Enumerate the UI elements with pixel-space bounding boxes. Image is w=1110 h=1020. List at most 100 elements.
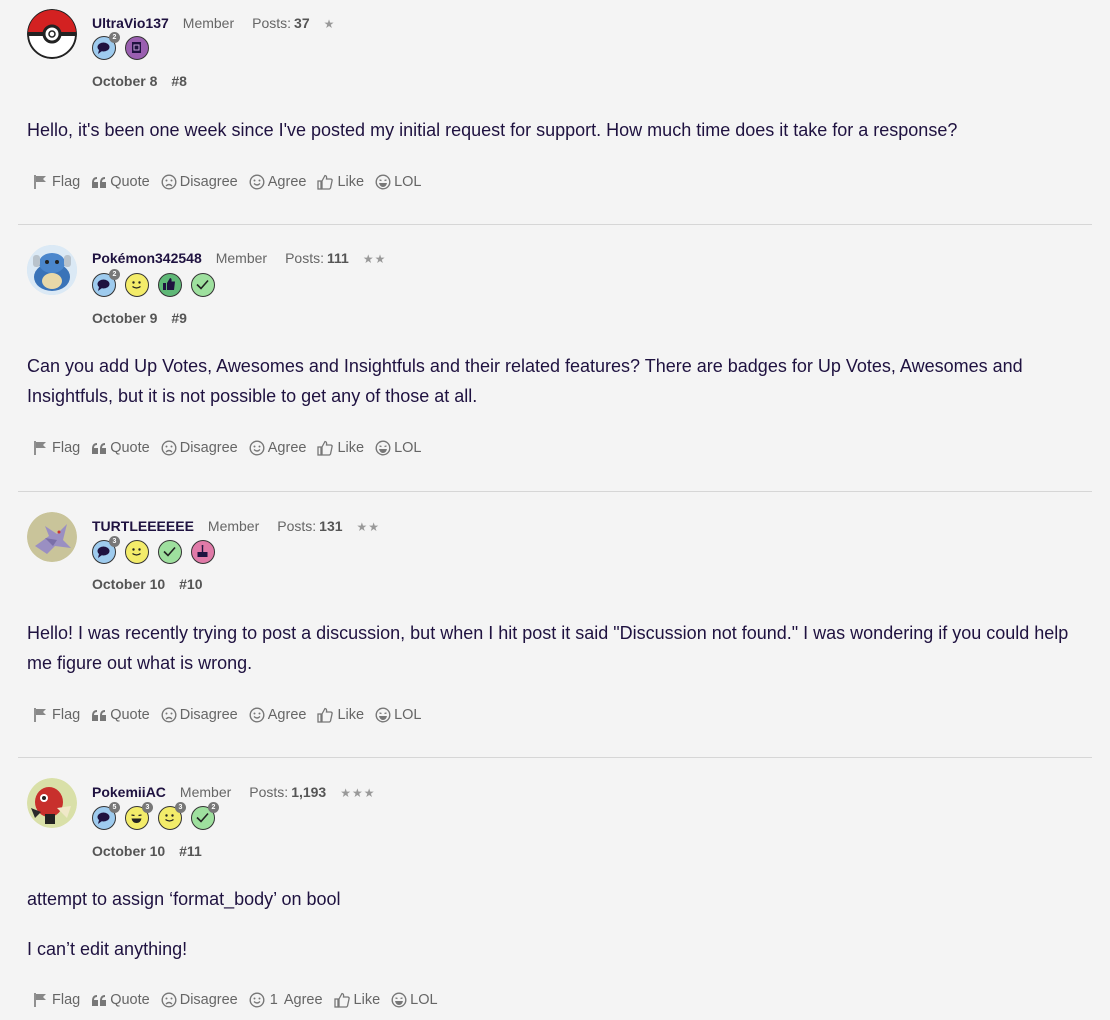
laugh-icon: [375, 439, 391, 456]
comment-item: UltraVio137 Member Posts: 37 ★ 2 October…: [18, 0, 1092, 225]
badge-count: 3: [142, 802, 153, 813]
reaction-bar: Flag Quote Disagree Agree Like LOL: [32, 706, 421, 723]
posts-label: Posts:: [249, 784, 289, 800]
comment-item: PokemiiAC Member Posts: 1,193 ★★★ 5 3 3 …: [18, 758, 1092, 1020]
agree-button[interactable]: Agree: [249, 706, 306, 723]
smile-icon: [249, 991, 265, 1008]
post-date[interactable]: October 10: [92, 843, 165, 859]
comment-badge-icon[interactable]: 5: [92, 802, 120, 830]
lol-button[interactable]: LOL: [375, 173, 421, 190]
post-number[interactable]: #8: [171, 73, 187, 89]
comment-badge-icon[interactable]: 2: [92, 269, 120, 297]
check-badge-icon[interactable]: [191, 273, 215, 297]
comment-text: attempt to assign ‘format_body’ on bool: [27, 889, 341, 909]
disagree-label: Disagree: [179, 991, 238, 1008]
quote-icon: [92, 176, 107, 188]
post-date[interactable]: October 10: [92, 576, 165, 592]
quote-icon: [92, 709, 107, 721]
frown-icon: [161, 439, 177, 456]
smile-icon: [249, 173, 265, 190]
username-link[interactable]: Pokémon342548: [92, 250, 202, 266]
post-date-row: October 10 #10: [92, 576, 203, 592]
username-link[interactable]: PokemiiAC: [92, 784, 166, 800]
comment-body: Hello! I was recently trying to post a d…: [27, 618, 1082, 678]
lol-button[interactable]: LOL: [391, 991, 438, 1008]
smile-icon: [249, 439, 265, 456]
agree-button[interactable]: 1 Agree: [249, 991, 323, 1008]
thumbs-up-icon: [333, 992, 350, 1008]
user-avatar[interactable]: [27, 245, 77, 295]
disagree-button[interactable]: Disagree: [161, 991, 238, 1008]
comment-body: Can you add Up Votes, Awesomes and Insig…: [27, 351, 1082, 411]
post-number[interactable]: #9: [171, 310, 187, 326]
post-number[interactable]: #11: [179, 843, 202, 859]
flag-label: Flag: [52, 439, 81, 456]
post-date-row: October 8 #8: [92, 73, 187, 89]
flag-button[interactable]: Flag: [32, 439, 80, 456]
post-number[interactable]: #10: [179, 576, 202, 592]
smile-badge-icon[interactable]: [125, 540, 149, 564]
comment-text: Hello, it's been one week since I've pos…: [27, 120, 958, 140]
post-date[interactable]: October 8: [92, 73, 157, 89]
quote-button[interactable]: Quote: [91, 173, 150, 190]
user-avatar[interactable]: [27, 9, 77, 59]
comment-badge-icon[interactable]: 3: [92, 536, 120, 564]
laugh-icon: [391, 991, 407, 1008]
comment-body: attempt to assign ‘format_body’ on bool …: [27, 884, 1082, 964]
badge-count: 5: [109, 802, 120, 813]
agree-button[interactable]: Agree: [249, 439, 306, 456]
disagree-label: Disagree: [179, 439, 238, 456]
comment-text: Can you add Up Votes, Awesomes and Insig…: [27, 356, 1023, 406]
check-badge-icon[interactable]: 2: [191, 802, 219, 830]
disagree-button[interactable]: Disagree: [161, 173, 238, 190]
badges-row: 5 3 3 2: [92, 802, 219, 830]
smile-badge-icon[interactable]: 3: [158, 802, 186, 830]
username-link[interactable]: TURTLEEEEEE: [92, 518, 194, 534]
lol-badge-icon[interactable]: 3: [125, 802, 153, 830]
disagree-label: Disagree: [179, 706, 238, 723]
like-button[interactable]: Like: [317, 706, 364, 723]
lol-label: LOL: [394, 706, 422, 723]
user-role: Member: [215, 250, 268, 266]
flag-button[interactable]: Flag: [32, 991, 80, 1008]
like-button[interactable]: Like: [333, 991, 380, 1008]
post-date[interactable]: October 9: [92, 310, 157, 326]
flag-icon: [34, 441, 46, 455]
comment-badge-icon[interactable]: 2: [92, 32, 120, 60]
lol-button[interactable]: LOL: [375, 706, 421, 723]
frown-icon: [161, 173, 177, 190]
quote-button[interactable]: Quote: [91, 439, 150, 456]
badge-count: 3: [175, 802, 186, 813]
thumbs-up-badge-icon[interactable]: [158, 273, 182, 297]
badge-count: 2: [109, 32, 120, 43]
lol-button[interactable]: LOL: [375, 439, 421, 456]
quote-label: Quote: [110, 173, 150, 190]
agree-button[interactable]: Agree: [249, 173, 306, 190]
posts-count: 1,193: [291, 784, 327, 800]
comment-text: Hello! I was recently trying to post a d…: [27, 623, 1069, 673]
user-avatar[interactable]: [27, 778, 77, 828]
badges-row: 2: [92, 32, 149, 60]
cake-badge-icon[interactable]: [191, 540, 215, 564]
frown-icon: [161, 706, 177, 723]
smile-badge-icon[interactable]: [125, 273, 149, 297]
username-link[interactable]: UltraVio137: [92, 15, 169, 31]
flag-label: Flag: [52, 173, 81, 190]
post-date-row: October 10 #11: [92, 843, 202, 859]
flag-button[interactable]: Flag: [32, 706, 80, 723]
quote-button[interactable]: Quote: [91, 991, 150, 1008]
disagree-button[interactable]: Disagree: [161, 706, 238, 723]
quote-button[interactable]: Quote: [91, 706, 150, 723]
check-badge-icon[interactable]: [158, 540, 182, 564]
reaction-bar: Flag Quote Disagree Agree Like LOL: [32, 173, 421, 190]
rank-stars: ★★★: [340, 786, 376, 800]
flag-button[interactable]: Flag: [32, 173, 80, 190]
comment-item: TURTLEEEEEE Member Posts: 131 ★★ 3 Octob…: [18, 492, 1092, 758]
user-avatar[interactable]: [27, 512, 77, 562]
disagree-button[interactable]: Disagree: [161, 439, 238, 456]
book-badge-icon[interactable]: [125, 36, 149, 60]
agree-label: Agree: [283, 991, 323, 1008]
like-button[interactable]: Like: [317, 173, 364, 190]
user-meta: PokemiiAC Member Posts: 1,193 ★★★: [92, 784, 376, 800]
like-button[interactable]: Like: [317, 439, 364, 456]
